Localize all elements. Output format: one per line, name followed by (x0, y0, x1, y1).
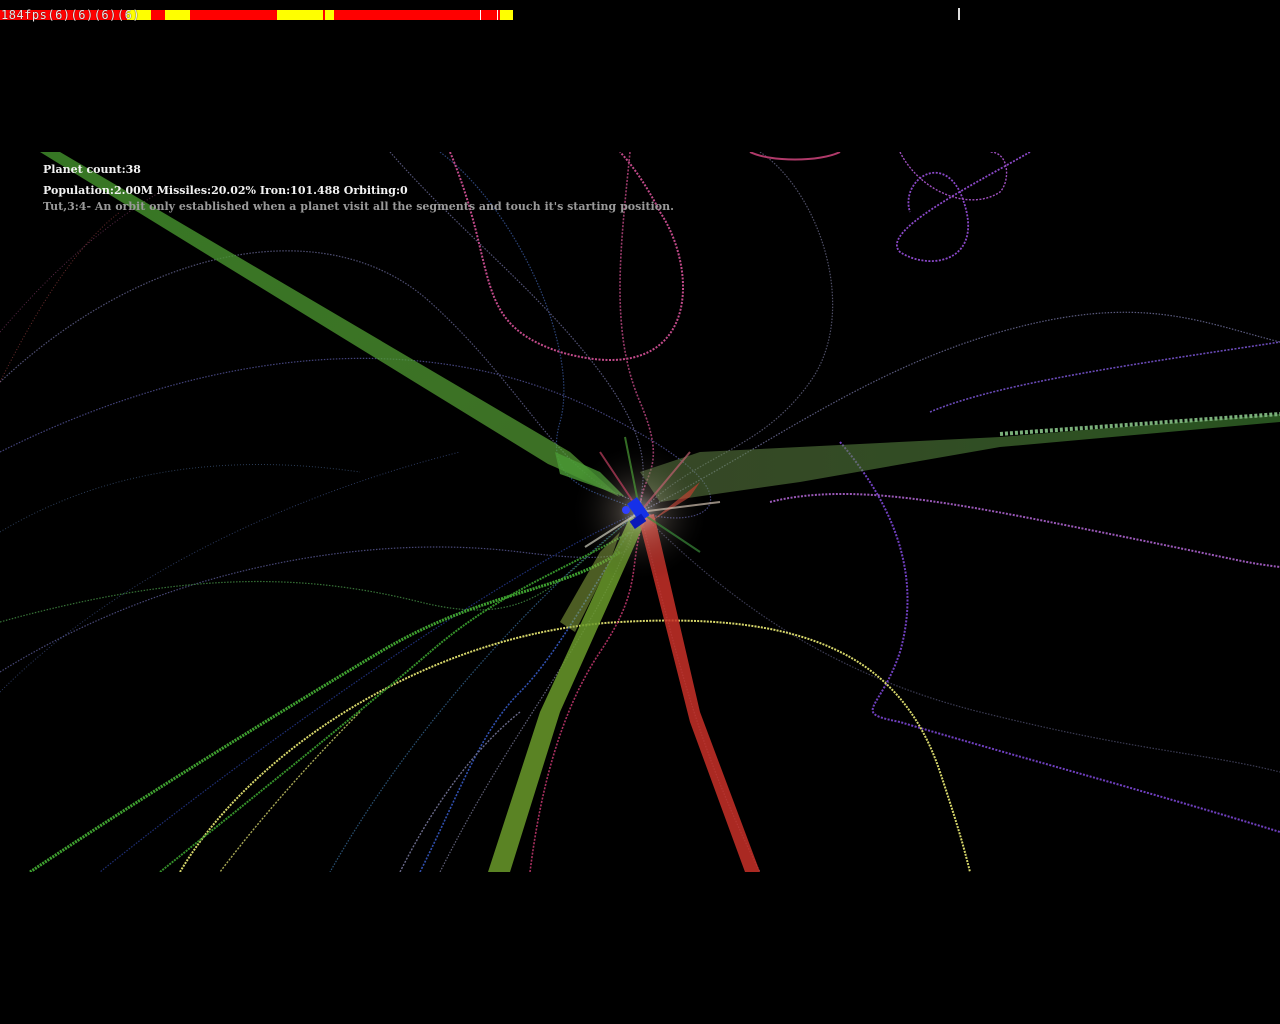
orbit-trail (0, 464, 361, 533)
perf-segment (500, 10, 513, 20)
resource-stats: Population:2.00M Missiles:20.02% Iron:10… (43, 184, 408, 197)
orbit-trail-purple (839, 441, 1280, 833)
fps-counter: 184fps(6)(6)(6)(6) (1, 8, 141, 22)
planet-count: Planet count:38 (43, 163, 141, 176)
perf-segment (190, 10, 277, 20)
orbit-trail-purple (896, 152, 1031, 262)
perf-segment (165, 10, 190, 20)
perf-segment (334, 10, 500, 20)
orbit-trail (0, 511, 641, 623)
missile-trail-green (640, 414, 1280, 502)
orbit-trail-purple (899, 152, 1008, 201)
orbit-trail (0, 250, 641, 503)
perf-marker (497, 10, 498, 20)
orbit-trail (0, 451, 461, 693)
orbit-trail-purple (769, 492, 1280, 568)
orbit-trail-pink (749, 152, 841, 161)
tutorial-hint: Tut,3:4- An orbit only established when … (43, 200, 674, 213)
orbit-trail-green (29, 550, 621, 872)
perf-marker (480, 10, 481, 20)
orbit-trail (0, 191, 161, 333)
game-screen: 184fps(6)(6)(6)(6) Planet count:38 Popul… (0, 0, 1280, 1024)
cursor-marker (958, 8, 960, 20)
orbit-trail (0, 211, 121, 383)
orbit-scene[interactable] (0, 152, 1280, 872)
perf-segment (151, 10, 165, 20)
performance-bar: 184fps(6)(6)(6)(6) (0, 8, 513, 22)
orbit-trail (639, 511, 1280, 773)
orbit-trail-pink (449, 152, 684, 361)
perf-segment (277, 10, 323, 20)
orbit-trail-purple (929, 341, 1280, 413)
perf-segment (325, 10, 334, 20)
game-viewport[interactable]: Planet count:38 Population:2.00M Missile… (0, 152, 1280, 872)
ship-marker (622, 506, 630, 514)
